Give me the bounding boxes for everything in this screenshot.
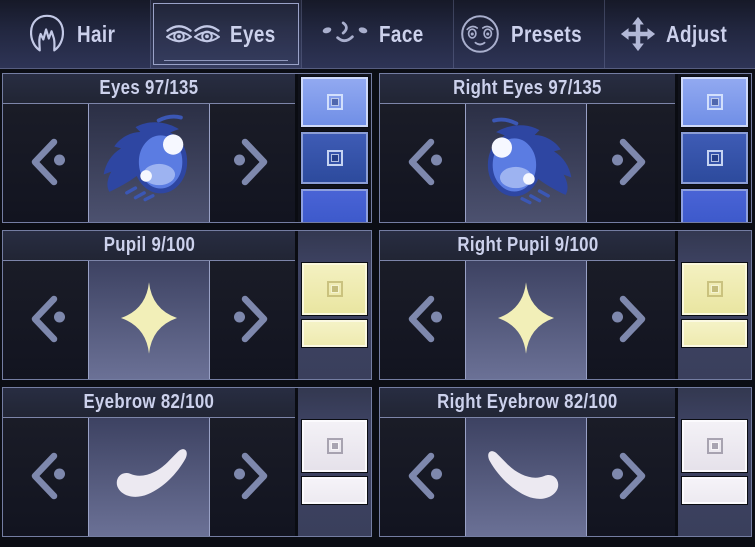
chevron-right-icon xyxy=(230,135,276,192)
panel-eyes-title: Eyes 97/135 xyxy=(100,77,199,100)
pupil-next-button[interactable] xyxy=(210,261,295,379)
eyes-color-swatch-2[interactable] xyxy=(300,131,369,185)
panel-eyebrow: Eyebrow 82/100 xyxy=(2,387,372,537)
panel-right-eyes-header: Right Eyes 97/135 xyxy=(380,74,675,104)
panel-right-eyes-title: Right Eyes 97/135 xyxy=(453,77,602,100)
panel-eyes: Eyes 97/135 xyxy=(2,73,372,223)
left-eye-image xyxy=(91,104,207,222)
selected-indicator-icon xyxy=(707,281,723,297)
eyebrow-color-swatch-2[interactable] xyxy=(301,476,368,505)
panel-eyebrow-title: Eyebrow 82/100 xyxy=(84,391,215,414)
eyes-preview xyxy=(88,104,210,222)
adjust-icon xyxy=(620,16,656,52)
right-pupil-next-button[interactable] xyxy=(587,261,675,379)
selected-indicator-icon xyxy=(707,94,723,110)
selected-indicator-icon xyxy=(707,150,723,166)
tab-presets-label: Presets xyxy=(511,21,582,48)
selected-indicator-icon xyxy=(327,150,343,166)
eyes-swatch-column xyxy=(295,74,371,222)
eyebrow-swatch-column xyxy=(295,388,371,536)
right-eyebrow-prev-button[interactable] xyxy=(380,418,465,536)
right-eyebrow-preview xyxy=(465,418,587,536)
pupil-color-swatch-1[interactable] xyxy=(301,262,368,316)
right-eyes-prev-button[interactable] xyxy=(380,104,465,222)
right-pupil-prev-button[interactable] xyxy=(380,261,465,379)
right-pupil-swatch-column xyxy=(675,231,751,379)
right-eyebrow-swatch-column xyxy=(675,388,751,536)
panel-right-pupil-header: Right Pupil 9/100 xyxy=(380,231,675,261)
selected-indicator-icon xyxy=(707,438,723,454)
chevron-right-icon xyxy=(608,292,654,349)
tab-eyes-label: Eyes xyxy=(230,21,276,48)
right-pupil-preview xyxy=(465,261,587,379)
tab-eyes[interactable]: Eyes xyxy=(150,0,301,68)
pupil-color-swatch-2[interactable] xyxy=(301,319,368,348)
pupil-prev-button[interactable] xyxy=(3,261,88,379)
panel-right-pupil: Right Pupil 9/100 xyxy=(379,230,752,380)
panel-right-eyes: Right Eyes 97/135 xyxy=(379,73,752,223)
panel-pupil: Pupil 9/100 xyxy=(2,230,372,380)
eyebrow-prev-button[interactable] xyxy=(3,418,88,536)
tab-face[interactable]: Face xyxy=(301,0,452,68)
chevron-right-icon xyxy=(230,449,276,506)
eyes-icon xyxy=(166,23,220,46)
right-eyes-color-swatch-2[interactable] xyxy=(680,131,749,185)
pupil-preview xyxy=(88,261,210,379)
tab-face-label: Face xyxy=(379,21,424,48)
eyebrow-next-button[interactable] xyxy=(210,418,295,536)
eyes-color-swatch-3[interactable] xyxy=(300,188,369,222)
presets-icon xyxy=(459,13,501,55)
star-pupil-image xyxy=(120,281,178,360)
chevron-left-icon xyxy=(23,135,69,192)
star-pupil-image xyxy=(497,281,555,360)
right-eyes-swatch-column xyxy=(675,74,751,222)
panel-right-pupil-title: Right Pupil 9/100 xyxy=(457,234,598,257)
right-eyebrow-color-swatch-2[interactable] xyxy=(681,476,748,505)
hair-icon xyxy=(27,13,67,55)
tab-adjust-label: Adjust xyxy=(666,21,727,48)
panel-eyes-header: Eyes 97/135 xyxy=(3,74,295,104)
chevron-left-icon xyxy=(400,135,446,192)
panel-eyebrow-header: Eyebrow 82/100 xyxy=(3,388,295,418)
left-eyebrow-image xyxy=(103,444,195,511)
eyes-prev-button[interactable] xyxy=(3,104,88,222)
chevron-right-icon xyxy=(230,292,276,349)
right-eyes-next-button[interactable] xyxy=(587,104,675,222)
right-eyebrow-image xyxy=(480,446,572,508)
eyebrow-preview xyxy=(88,418,210,536)
chevron-right-icon xyxy=(608,135,654,192)
face-icon xyxy=(321,21,369,47)
right-eyebrow-color-swatch-1[interactable] xyxy=(681,419,748,473)
tab-adjust[interactable]: Adjust xyxy=(604,0,755,68)
chevron-left-icon xyxy=(23,292,69,349)
selected-indicator-icon xyxy=(327,281,343,297)
right-pupil-color-swatch-1[interactable] xyxy=(681,262,748,316)
customization-panels: Eyes 97/135 Right Eyes 97/ xyxy=(2,73,752,537)
tab-hair[interactable]: Hair xyxy=(0,0,150,68)
right-pupil-color-swatch-2[interactable] xyxy=(681,319,748,348)
tab-hair-label: Hair xyxy=(77,21,115,48)
panel-pupil-title: Pupil 9/100 xyxy=(103,234,194,257)
tab-presets[interactable]: Presets xyxy=(453,0,604,68)
right-eyes-color-swatch-3[interactable] xyxy=(680,188,749,222)
chevron-left-icon xyxy=(23,449,69,506)
selected-indicator-icon xyxy=(327,94,343,110)
chevron-right-icon xyxy=(608,449,654,506)
panel-right-eyebrow: Right Eyebrow 82/100 xyxy=(379,387,752,537)
right-eyes-color-swatch-1[interactable] xyxy=(680,76,749,128)
panel-pupil-header: Pupil 9/100 xyxy=(3,231,295,261)
panel-right-eyebrow-title: Right Eyebrow 82/100 xyxy=(437,391,617,414)
selected-indicator-icon xyxy=(327,438,343,454)
eyes-next-button[interactable] xyxy=(210,104,295,222)
eyes-color-swatch-1[interactable] xyxy=(300,76,369,128)
right-eyebrow-next-button[interactable] xyxy=(587,418,675,536)
category-tab-bar: Hair Eyes Face Presets Adjust xyxy=(0,0,755,69)
chevron-left-icon xyxy=(400,292,446,349)
pupil-swatch-column xyxy=(295,231,371,379)
eyebrow-color-swatch-1[interactable] xyxy=(301,419,368,473)
panel-right-eyebrow-header: Right Eyebrow 82/100 xyxy=(380,388,675,418)
chevron-left-icon xyxy=(400,449,446,506)
right-eyes-preview xyxy=(465,104,587,222)
right-eye-image xyxy=(468,107,584,220)
